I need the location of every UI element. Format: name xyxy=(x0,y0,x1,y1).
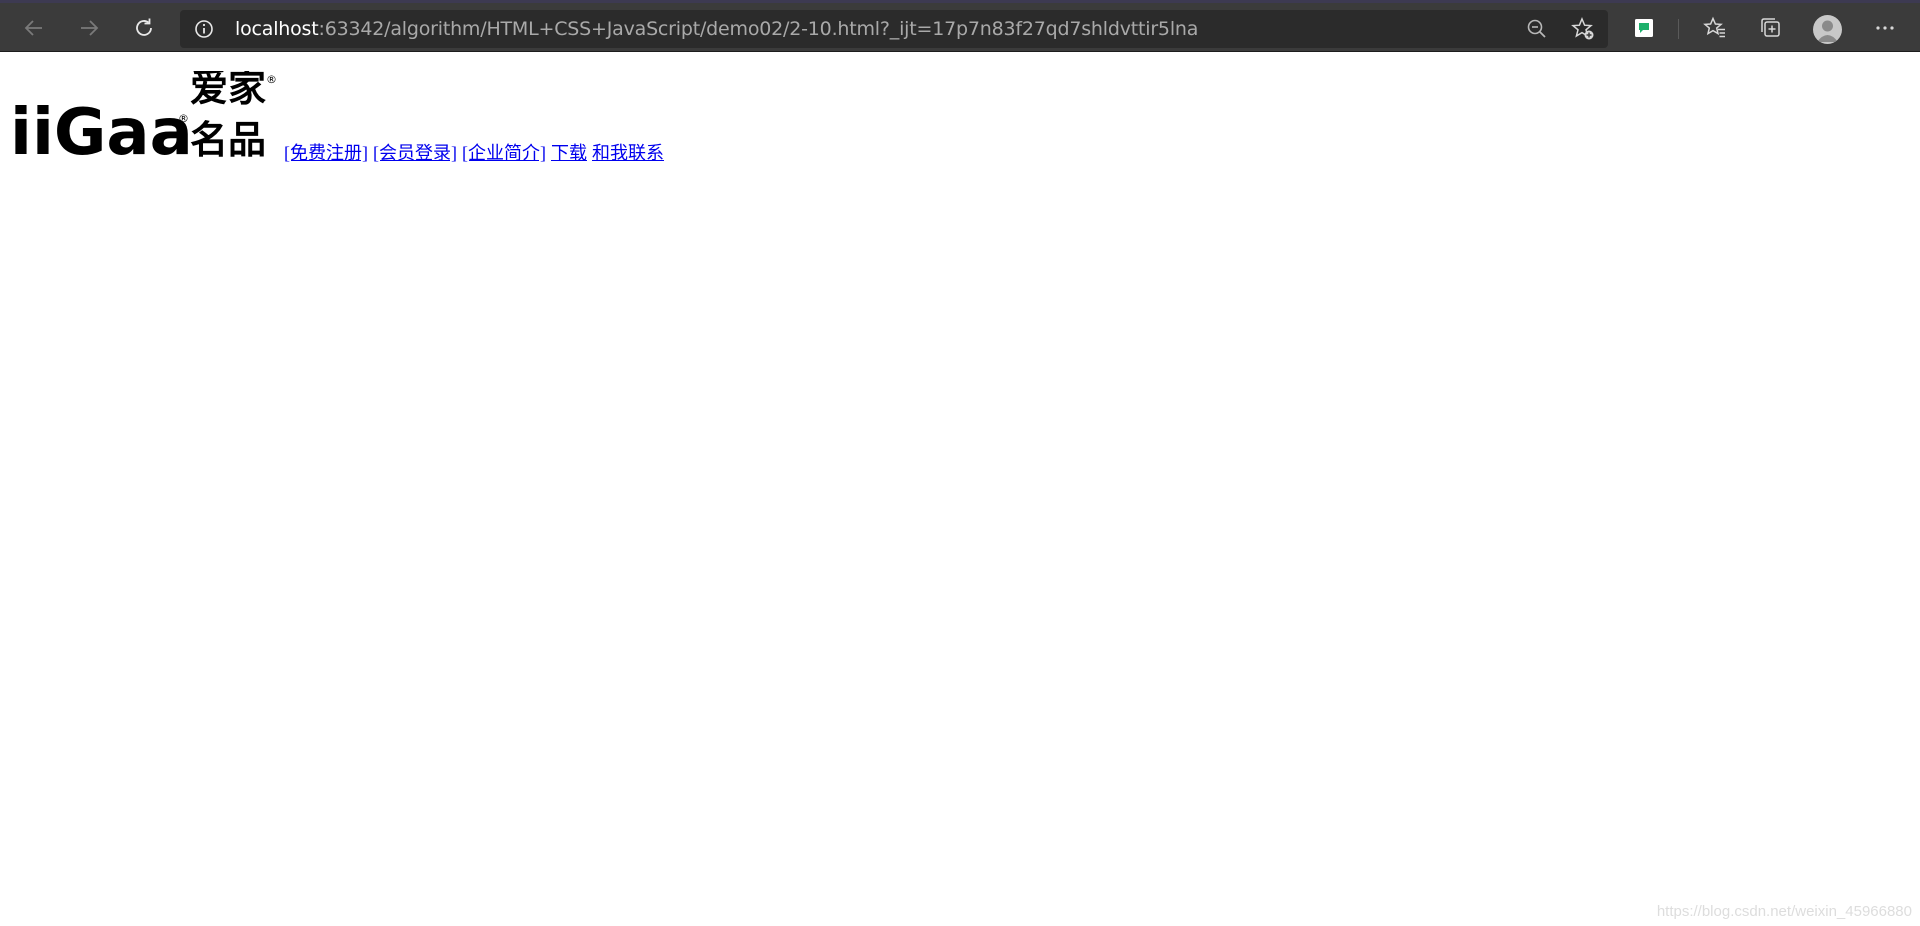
page-content: iiGaa ® 爱家 名品 ® [免费注册] [会员登录] [企业简介] 下载 和我联系 xyxy=(8,66,669,170)
top-nav: [免费注册] [会员登录] [企业简介] 下载 和我联系 xyxy=(284,139,669,166)
more-icon xyxy=(1876,26,1894,30)
nav-link-register[interactable]: [免费注册] xyxy=(284,143,368,163)
logo-registered-mark-small: ® xyxy=(178,112,189,125)
nav-link-login[interactable]: [会员登录] xyxy=(373,143,457,163)
logo-registered-mark: ® xyxy=(266,73,277,86)
collections-button[interactable] xyxy=(1752,10,1788,46)
forward-arrow-icon xyxy=(81,20,99,36)
url-host: localhost xyxy=(235,18,319,40)
address-bar[interactable]: localhost:63342/algorithm/HTML+CSS+JavaS… xyxy=(180,10,1608,48)
url-path: :63342/algorithm/HTML+CSS+JavaScript/dem… xyxy=(318,18,1199,40)
extension-icon xyxy=(1635,19,1653,37)
back-button[interactable] xyxy=(16,10,52,46)
nav-link-company-intro[interactable]: [企业简介] xyxy=(462,143,546,163)
more-button[interactable] xyxy=(1867,10,1903,46)
url-text[interactable]: localhost:63342/algorithm/HTML+CSS+JavaS… xyxy=(235,10,1198,48)
nav-link-download[interactable]: 下载 xyxy=(551,143,587,163)
back-arrow-icon xyxy=(24,20,42,36)
info-icon[interactable] xyxy=(194,19,214,39)
extension-button[interactable] xyxy=(1626,10,1662,46)
nav-link-contact[interactable]: 和我联系 xyxy=(592,143,664,163)
favorites-button[interactable] xyxy=(1697,10,1733,46)
favorites-icon xyxy=(1703,16,1725,38)
add-favorite-icon[interactable] xyxy=(1570,16,1596,42)
forward-button[interactable] xyxy=(71,10,107,46)
logo-cn-line2: 名品 xyxy=(190,118,266,162)
iigaa-logo: iiGaa ® 爱家 名品 ® xyxy=(8,66,278,170)
refresh-icon xyxy=(136,18,152,36)
logo-latin-text: iiGaa xyxy=(10,96,193,166)
refresh-button[interactable] xyxy=(126,10,162,46)
logo-cn-line1: 爱家 xyxy=(190,71,266,110)
collections-icon xyxy=(1761,18,1780,37)
toolbar-divider xyxy=(1678,19,1679,39)
profile-avatar[interactable] xyxy=(1813,15,1842,44)
browser-toolbar: localhost:63342/algorithm/HTML+CSS+JavaS… xyxy=(0,0,1920,52)
watermark: https://blog.csdn.net/weixin_45966880 xyxy=(1656,903,1912,920)
zoom-out-icon[interactable] xyxy=(1524,16,1550,42)
